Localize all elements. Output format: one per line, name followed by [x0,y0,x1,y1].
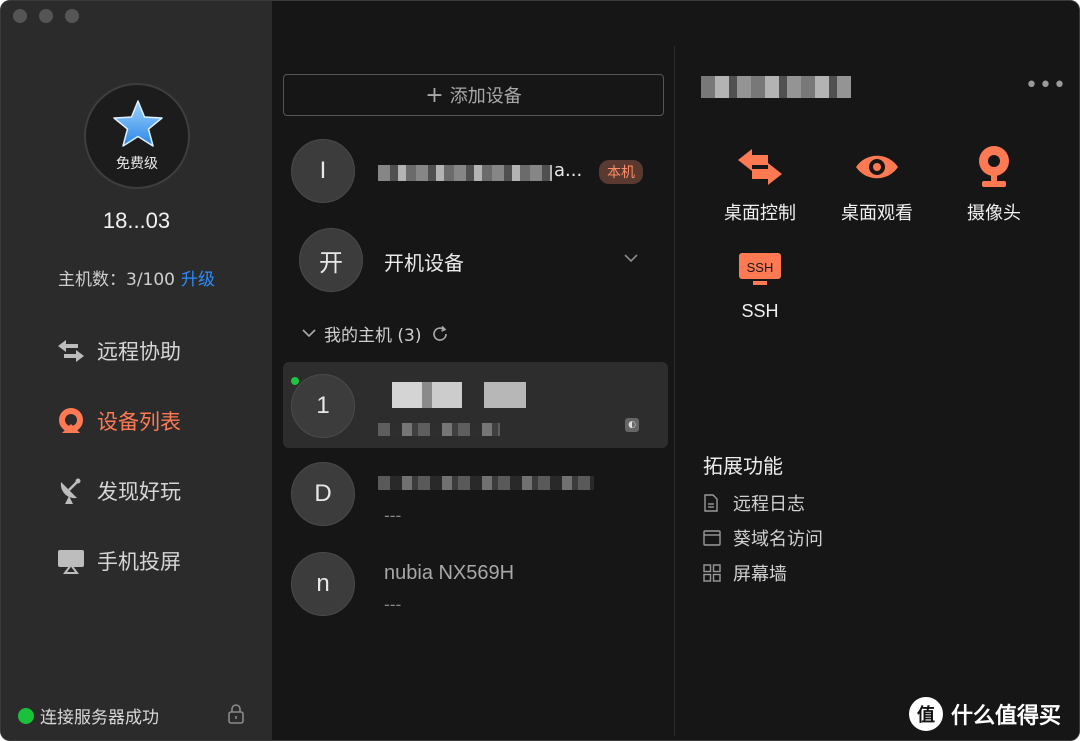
app-window: 免费级 18...03 主机数：3/100 升级 远程协助 设备列表 发现好玩 … [0,0,1080,741]
action-label: 桌面控制 [724,203,796,224]
boot-device-label[interactable]: 开机设备 [384,247,464,276]
server-status: 连接服务器成功 [18,703,159,728]
sidebar-nav: 远程协助 设备列表 发现好玩 手机投屏 [55,331,181,611]
host-name[interactable]: nubia NX569H [384,562,514,585]
action-label: 摄像头 [967,203,1021,224]
avatar: 1 [291,374,355,438]
chevron-down-icon[interactable] [623,253,639,263]
server-status-label: 连接服务器成功 [40,708,159,728]
grid-icon [703,564,723,582]
device-list-panel: + 添加设备 I a... 本机 开 开机设备 我的主机 (3) 1 ◐ D -… [272,1,674,740]
watermark: 值 什么值得买 [909,697,1061,731]
redacted-host-name [378,476,594,490]
satellite-dish-icon [55,475,87,507]
browser-window-icon [703,530,723,546]
os-icon: ◐ [625,418,639,432]
add-device-button[interactable]: + 添加设备 [283,74,664,116]
remote-log-link[interactable]: 远程日志 [703,490,805,516]
redacted-device-title [701,76,851,98]
action-label: 桌面观看 [841,203,913,224]
ssh-button[interactable]: SSH SSH [705,245,815,322]
minimize-window-button[interactable] [39,9,53,23]
tier-label: 免费级 [116,156,158,172]
extension-label: 远程日志 [733,494,805,515]
lock-icon[interactable] [227,704,245,724]
more-options-button[interactable]: ••• [1025,73,1067,98]
device-name-suffix: a... [554,160,583,181]
host-count-label: 主机数：3/100 [58,270,175,290]
host-count: 主机数：3/100 升级 [1,265,272,290]
redacted-host-name [392,382,526,408]
avatar: n [291,552,355,616]
chevron-down-icon [302,329,316,338]
desktop-control-button[interactable]: 桌面控制 [705,143,815,225]
camera-icon [939,143,1049,191]
status-dot [18,707,34,724]
extension-label: 屏幕墙 [733,564,787,585]
online-indicator [291,377,299,385]
account-name: 18...03 [102,208,171,233]
avatar: D [291,462,355,526]
redacted-device-name [378,165,552,181]
group-label: 我的主机 (3) [324,326,422,346]
device-list-icon [55,405,87,437]
screen-cast-icon [55,545,87,577]
add-device-label: 添加设备 [449,86,522,107]
ssh-icon: SSH [705,245,815,293]
sidebar-item-remote-assist[interactable]: 远程协助 [55,331,181,371]
host-status: --- [384,595,402,614]
watermark-text: 什么值得买 [951,704,1062,729]
avatar: I [291,139,355,203]
avatar[interactable]: 免费级 [84,83,190,189]
sidebar-item-label: 发现好玩 [97,480,181,504]
sidebar: 免费级 18...03 主机数：3/100 升级 远程协助 设备列表 发现好玩 … [1,1,272,740]
window-controls [13,9,79,23]
sidebar-item-label: 手机投屏 [97,550,181,574]
watermark-logo: 值 [909,697,943,731]
maximize-window-button[interactable] [65,9,79,23]
screen-wall-link[interactable]: 屏幕墙 [703,560,787,586]
sidebar-item-label: 远程协助 [97,340,181,364]
upgrade-link[interactable]: 升级 [181,270,215,290]
redacted-host-info [378,423,500,436]
remote-assist-icon [55,335,87,367]
domain-access-link[interactable]: 葵域名访问 [703,525,823,551]
camera-button[interactable]: 摄像头 [939,143,1049,225]
host-status: --- [384,506,402,525]
desktop-view-button[interactable]: 桌面观看 [822,143,932,225]
refresh-icon[interactable] [431,325,449,343]
action-label: SSH [741,301,779,321]
sidebar-item-label: 设备列表 [97,410,181,434]
avatar: 开 [299,228,363,292]
device-detail-panel: ••• 桌面控制 桌面观看 摄像头 SSH SSH 拓展功能 远程日志 葵域名访… [675,1,1079,740]
group-header[interactable]: 我的主机 (3) [302,321,449,346]
ssh-icon-text: SSH [747,260,774,275]
sidebar-item-discover[interactable]: 发现好玩 [55,471,181,511]
sidebar-item-device-list[interactable]: 设备列表 [55,401,181,441]
status-badge: 本机 [599,160,643,184]
sidebar-item-screen-cast[interactable]: 手机投屏 [55,541,181,581]
log-file-icon [703,494,723,512]
eye-icon [822,143,932,191]
extensions-title: 拓展功能 [703,454,783,478]
extension-label: 葵域名访问 [733,529,823,550]
plus-icon: + [425,82,444,108]
star-icon [113,100,163,147]
desktop-control-icon [705,143,815,191]
close-window-button[interactable] [13,9,27,23]
